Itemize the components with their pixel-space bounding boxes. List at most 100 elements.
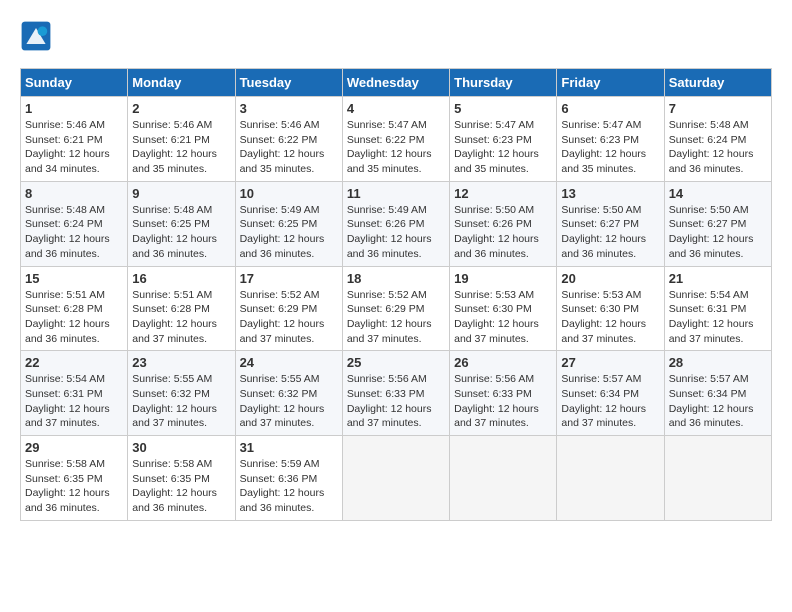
day-number: 26 [454,355,552,370]
logo [20,20,56,52]
day-number: 9 [132,186,230,201]
daylight-label: Daylight: 12 hours and 37 minutes. [240,318,325,345]
sunset-label: Sunset: 6:34 PM [561,388,639,400]
day-info: Sunrise: 5:48 AM Sunset: 6:25 PM Dayligh… [132,203,230,262]
calendar-cell: 10 Sunrise: 5:49 AM Sunset: 6:25 PM Dayl… [235,181,342,266]
day-info: Sunrise: 5:54 AM Sunset: 6:31 PM Dayligh… [25,372,123,431]
daylight-label: Daylight: 12 hours and 37 minutes. [132,318,217,345]
calendar-cell: 13 Sunrise: 5:50 AM Sunset: 6:27 PM Dayl… [557,181,664,266]
day-info: Sunrise: 5:50 AM Sunset: 6:26 PM Dayligh… [454,203,552,262]
day-info: Sunrise: 5:52 AM Sunset: 6:29 PM Dayligh… [347,288,445,347]
day-info: Sunrise: 5:50 AM Sunset: 6:27 PM Dayligh… [669,203,767,262]
daylight-label: Daylight: 12 hours and 36 minutes. [240,233,325,260]
sunrise-label: Sunrise: 5:52 AM [347,289,427,301]
day-info: Sunrise: 5:54 AM Sunset: 6:31 PM Dayligh… [669,288,767,347]
calendar-cell: 16 Sunrise: 5:51 AM Sunset: 6:28 PM Dayl… [128,266,235,351]
day-info: Sunrise: 5:53 AM Sunset: 6:30 PM Dayligh… [454,288,552,347]
sunrise-label: Sunrise: 5:56 AM [347,373,427,385]
day-number: 16 [132,271,230,286]
day-info: Sunrise: 5:47 AM Sunset: 6:23 PM Dayligh… [561,118,659,177]
sunset-label: Sunset: 6:23 PM [561,134,639,146]
day-info: Sunrise: 5:53 AM Sunset: 6:30 PM Dayligh… [561,288,659,347]
day-number: 14 [669,186,767,201]
logo-icon [20,20,52,52]
day-info: Sunrise: 5:56 AM Sunset: 6:33 PM Dayligh… [347,372,445,431]
day-info: Sunrise: 5:50 AM Sunset: 6:27 PM Dayligh… [561,203,659,262]
calendar-cell: 30 Sunrise: 5:58 AM Sunset: 6:35 PM Dayl… [128,436,235,521]
sunrise-label: Sunrise: 5:48 AM [25,204,105,216]
calendar-week-5: 29 Sunrise: 5:58 AM Sunset: 6:35 PM Dayl… [21,436,772,521]
calendar-cell: 8 Sunrise: 5:48 AM Sunset: 6:24 PM Dayli… [21,181,128,266]
day-info: Sunrise: 5:46 AM Sunset: 6:21 PM Dayligh… [132,118,230,177]
sunrise-label: Sunrise: 5:58 AM [25,458,105,470]
day-number: 22 [25,355,123,370]
sunset-label: Sunset: 6:27 PM [561,218,639,230]
weekday-header-tuesday: Tuesday [235,69,342,97]
daylight-label: Daylight: 12 hours and 36 minutes. [669,148,754,175]
calendar-cell: 14 Sunrise: 5:50 AM Sunset: 6:27 PM Dayl… [664,181,771,266]
day-number: 1 [25,101,123,116]
sunrise-label: Sunrise: 5:49 AM [347,204,427,216]
calendar-cell: 4 Sunrise: 5:47 AM Sunset: 6:22 PM Dayli… [342,97,449,182]
day-info: Sunrise: 5:47 AM Sunset: 6:22 PM Dayligh… [347,118,445,177]
daylight-label: Daylight: 12 hours and 35 minutes. [240,148,325,175]
calendar-cell: 27 Sunrise: 5:57 AM Sunset: 6:34 PM Dayl… [557,351,664,436]
daylight-label: Daylight: 12 hours and 37 minutes. [25,403,110,430]
daylight-label: Daylight: 12 hours and 36 minutes. [132,487,217,514]
calendar-cell: 12 Sunrise: 5:50 AM Sunset: 6:26 PM Dayl… [450,181,557,266]
daylight-label: Daylight: 12 hours and 37 minutes. [347,318,432,345]
sunrise-label: Sunrise: 5:51 AM [132,289,212,301]
day-info: Sunrise: 5:48 AM Sunset: 6:24 PM Dayligh… [25,203,123,262]
calendar-cell: 26 Sunrise: 5:56 AM Sunset: 6:33 PM Dayl… [450,351,557,436]
day-info: Sunrise: 5:57 AM Sunset: 6:34 PM Dayligh… [561,372,659,431]
sunrise-label: Sunrise: 5:59 AM [240,458,320,470]
sunrise-label: Sunrise: 5:55 AM [132,373,212,385]
day-info: Sunrise: 5:52 AM Sunset: 6:29 PM Dayligh… [240,288,338,347]
sunrise-label: Sunrise: 5:48 AM [132,204,212,216]
day-info: Sunrise: 5:55 AM Sunset: 6:32 PM Dayligh… [132,372,230,431]
daylight-label: Daylight: 12 hours and 35 minutes. [454,148,539,175]
day-number: 4 [347,101,445,116]
sunset-label: Sunset: 6:33 PM [454,388,532,400]
day-number: 27 [561,355,659,370]
day-info: Sunrise: 5:49 AM Sunset: 6:25 PM Dayligh… [240,203,338,262]
sunrise-label: Sunrise: 5:46 AM [240,119,320,131]
calendar-cell: 18 Sunrise: 5:52 AM Sunset: 6:29 PM Dayl… [342,266,449,351]
weekday-header-monday: Monday [128,69,235,97]
daylight-label: Daylight: 12 hours and 34 minutes. [25,148,110,175]
day-info: Sunrise: 5:51 AM Sunset: 6:28 PM Dayligh… [132,288,230,347]
day-info: Sunrise: 5:46 AM Sunset: 6:21 PM Dayligh… [25,118,123,177]
daylight-label: Daylight: 12 hours and 36 minutes. [669,233,754,260]
sunset-label: Sunset: 6:32 PM [240,388,318,400]
day-number: 21 [669,271,767,286]
day-number: 2 [132,101,230,116]
calendar-cell: 6 Sunrise: 5:47 AM Sunset: 6:23 PM Dayli… [557,97,664,182]
day-info: Sunrise: 5:46 AM Sunset: 6:22 PM Dayligh… [240,118,338,177]
day-number: 28 [669,355,767,370]
day-number: 12 [454,186,552,201]
calendar-cell: 11 Sunrise: 5:49 AM Sunset: 6:26 PM Dayl… [342,181,449,266]
sunset-label: Sunset: 6:32 PM [132,388,210,400]
day-number: 6 [561,101,659,116]
calendar-cell: 9 Sunrise: 5:48 AM Sunset: 6:25 PM Dayli… [128,181,235,266]
sunrise-label: Sunrise: 5:57 AM [561,373,641,385]
daylight-label: Daylight: 12 hours and 35 minutes. [561,148,646,175]
sunrise-label: Sunrise: 5:52 AM [240,289,320,301]
sunrise-label: Sunrise: 5:50 AM [454,204,534,216]
daylight-label: Daylight: 12 hours and 37 minutes. [240,403,325,430]
sunset-label: Sunset: 6:30 PM [561,303,639,315]
daylight-label: Daylight: 12 hours and 36 minutes. [240,487,325,514]
sunrise-label: Sunrise: 5:50 AM [561,204,641,216]
day-number: 3 [240,101,338,116]
calendar-week-2: 8 Sunrise: 5:48 AM Sunset: 6:24 PM Dayli… [21,181,772,266]
sunset-label: Sunset: 6:26 PM [347,218,425,230]
sunrise-label: Sunrise: 5:46 AM [25,119,105,131]
sunrise-label: Sunrise: 5:58 AM [132,458,212,470]
calendar-cell [450,436,557,521]
day-number: 19 [454,271,552,286]
daylight-label: Daylight: 12 hours and 36 minutes. [25,487,110,514]
sunrise-label: Sunrise: 5:54 AM [669,289,749,301]
calendar-week-4: 22 Sunrise: 5:54 AM Sunset: 6:31 PM Dayl… [21,351,772,436]
day-info: Sunrise: 5:49 AM Sunset: 6:26 PM Dayligh… [347,203,445,262]
daylight-label: Daylight: 12 hours and 35 minutes. [132,148,217,175]
